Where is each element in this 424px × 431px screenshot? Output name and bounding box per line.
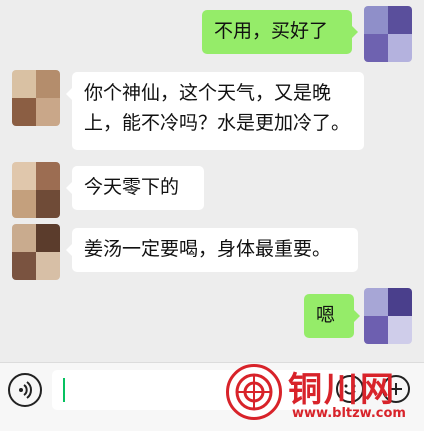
contact-avatar-1[interactable] (12, 70, 60, 126)
message-bubble-in-3[interactable]: 姜汤一定要喝，身体最重要。 (66, 228, 358, 272)
watermark-url: www.bltzw.com (292, 406, 406, 421)
message-text: 姜汤一定要喝，身体最重要。 (84, 238, 332, 260)
contact-avatar-3[interactable] (12, 224, 60, 280)
message-bubble-out-2[interactable]: 嗯 (304, 294, 360, 338)
message-bubble-in-1[interactable]: 你个神仙，这个天气，又是晚 上，能不冷吗？水是更加冷了。 (66, 72, 364, 150)
message-line: 你个神仙，这个天气，又是晚 (84, 82, 332, 104)
message-text: 今天零下的 (84, 176, 180, 198)
message-bubble-out-1[interactable]: 不用，买好了 (202, 10, 358, 54)
voice-icon[interactable] (8, 373, 42, 407)
watermark: 铜川网 www.bltzw.com (222, 362, 422, 428)
watermark-title: 铜川网 (288, 370, 396, 410)
text-caret (63, 378, 65, 402)
self-avatar-1[interactable] (364, 6, 412, 62)
self-avatar-2[interactable] (364, 288, 412, 344)
watermark-logo (226, 364, 282, 420)
message-bubble-in-2[interactable]: 今天零下的 (66, 166, 204, 210)
message-text: 不用，买好了 (214, 20, 329, 42)
message-line: 上，能不冷吗？水是更加冷了。 (84, 112, 351, 134)
message-text: 嗯 (316, 304, 336, 326)
contact-avatar-2[interactable] (12, 162, 60, 218)
